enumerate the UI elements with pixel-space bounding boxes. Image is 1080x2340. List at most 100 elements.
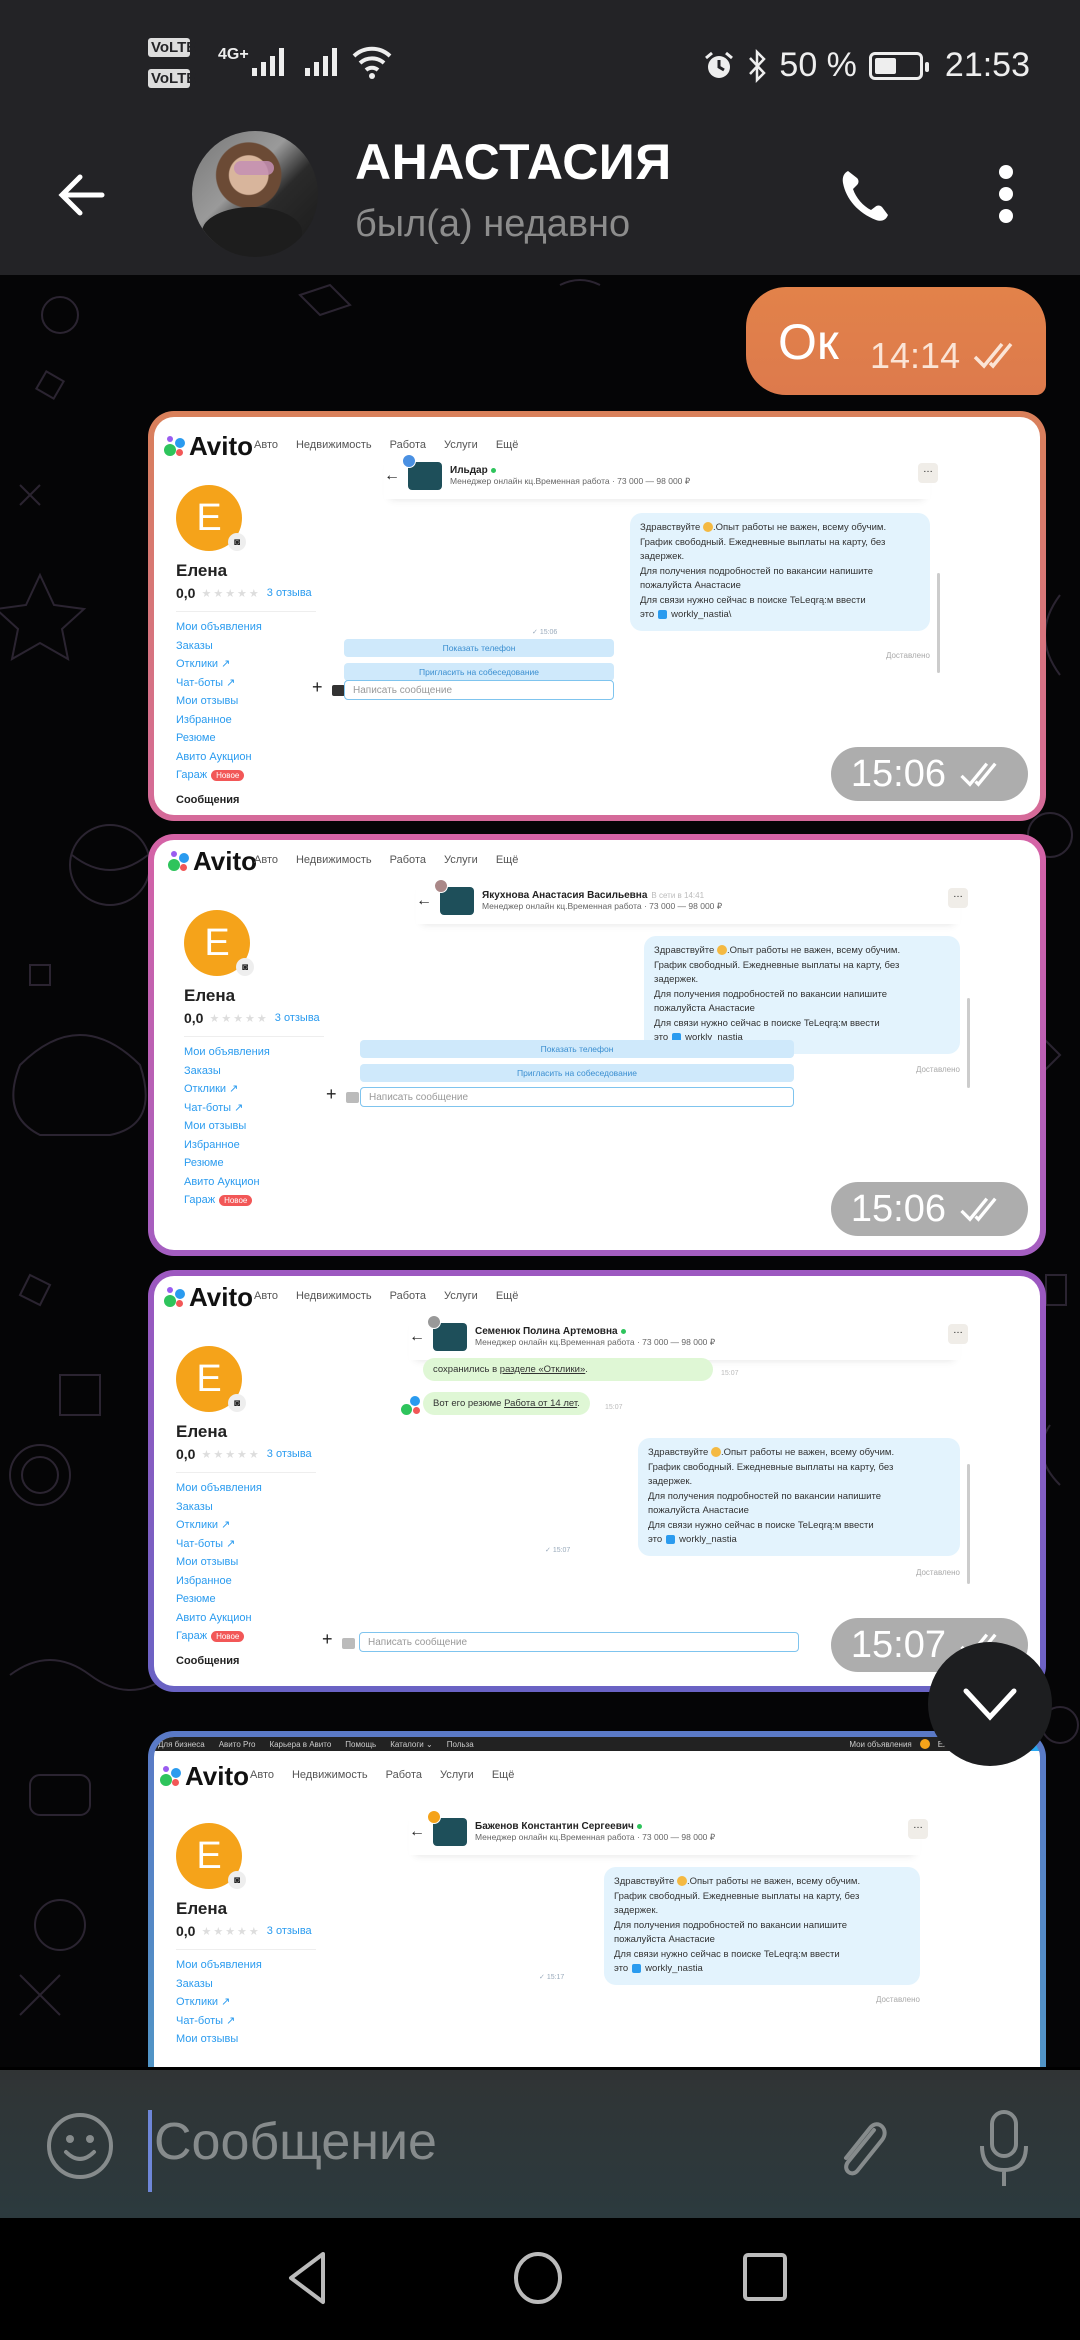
avito-screenshot-element: ★★★★★ <box>209 1012 269 1025</box>
avito-screenshot-element <box>666 1534 676 1544</box>
avito-top-bar: Для бизнеса Авито Pro Карьера в Авито Помощ… <box>154 1737 1040 1751</box>
avito-screenshot-element: Ещё <box>495 854 519 866</box>
avito-screenshot-element: Авито Аукцион <box>176 1611 252 1624</box>
avito-screenshot-element <box>167 435 173 442</box>
paperclip-icon[interactable] <box>830 2110 890 2182</box>
avito-screenshot-element: Здравствуйте <box>614 1876 675 1887</box>
avito-screenshot-element: ← Ильдар Менеджер онлайн кц.Временная раб… <box>384 453 938 499</box>
chat-area[interactable]: Ок 14:14 Avito Авто Недвижимость Работа Усл… <box>0 275 1080 2067</box>
avito-screenshot-element: Авто <box>250 1769 274 1781</box>
avito-screenshot-element: задержек. <box>654 974 699 985</box>
avito-screenshot-element: Ильдар <box>450 465 488 476</box>
avito-screenshot-element: Чат-боты ↗ <box>176 1537 236 1550</box>
avito-screenshot-element <box>919 1739 930 1749</box>
avito-screenshot-element: Е ◙ Елена 0,0 ★★★★★ 3 отзыва Мои объявления… <box>176 1823 376 2049</box>
avito-screenshot-element: ◙ <box>236 958 254 976</box>
contact-avatar[interactable] <box>192 131 318 257</box>
phone-call-icon[interactable] <box>836 165 892 225</box>
microphone-icon[interactable] <box>976 2108 1032 2188</box>
avito-screenshot-element: пожалуйста Анастасие <box>640 580 741 591</box>
avito-screenshot-element: Карьера в Авито <box>269 1739 332 1749</box>
avito-screenshot-element <box>163 1765 169 1772</box>
avito-screenshot-element <box>402 454 416 468</box>
avito-screenshot-element <box>176 1472 316 1473</box>
message-input[interactable]: Сообщение <box>154 2112 437 2172</box>
avito-screenshot-element: Авто Недвижимость Работа Услуги Ещё <box>254 854 518 866</box>
image-message[interactable]: Avito Авто Недвижимость Работа Услуги Ещё Е ◙… <box>148 1270 1046 1692</box>
status-bar: VoLTE VoLTE 4G+ 50 % 21:53 <box>0 38 1080 98</box>
avito-screenshot-element: Здравствуйте .Опыт работы не важен, всем… <box>644 936 960 1054</box>
bluetooth-icon <box>749 48 767 83</box>
avito-screenshot-element: Семенюк Полина Артемовна <box>475 1326 715 1337</box>
avito-screenshot-element: .Опыт работы не важен, всему обучим. <box>686 1876 861 1887</box>
avito-screenshot-element: Авто <box>254 854 278 866</box>
avito-screenshot-element: Авто Недвижимость Работа Услуги Ещё <box>250 1769 514 1781</box>
avito-screenshot-element: График свободный. Ежедневные выплаты на … <box>614 1890 860 1902</box>
avito-screenshot-element: ← Якухнова Анастасия Васильевна В сети в … <box>416 878 970 1088</box>
avito-screenshot-element: 0,0 ★★★★★ 3 отзыва <box>176 1446 376 1462</box>
avito-screenshot-element <box>434 879 448 893</box>
signal-icon <box>252 46 284 76</box>
avito-screenshot-element: Е ◙ Елена 0,0 ★★★★★ 3 отзыва Мои объявления… <box>184 910 384 1211</box>
battery-percent: 50 % <box>779 46 857 84</box>
avito-screenshot-element: Авито Аукцион <box>184 1175 260 1188</box>
more-options-icon[interactable] <box>996 165 1016 225</box>
avito-screenshot-element: Здравствуйте .Опыт работы не важен, всем… <box>638 1438 960 1556</box>
outgoing-message[interactable]: Ок 14:14 <box>746 287 1046 395</box>
avito-screenshot-element: Для получения подробностей по вакансии н… <box>614 1919 847 1931</box>
back-arrow-icon[interactable] <box>52 165 112 225</box>
avito-screenshot-element: .Опыт работы не важен, всему обучим. <box>712 522 887 533</box>
avito-screenshot-element <box>342 1638 355 1649</box>
avito-screenshot-element: сохранились в <box>433 1364 500 1375</box>
avito-screenshot-element: 0,0 ★★★★★ 3 отзыва <box>176 585 376 601</box>
avito-screenshot-element: ← Баженов Константин Сергеевич Менеджер о… <box>409 1809 928 2004</box>
avito-screenshot-element: Елена <box>176 561 228 580</box>
avito-screenshot-element: .Опыт работы не важен, всему обучим. <box>720 1447 895 1458</box>
alarm-icon <box>705 51 734 78</box>
avito-user-avatar: Е ◙ <box>176 485 246 551</box>
avito-screenshot-element: ← <box>409 1328 425 1345</box>
image-message[interactable]: Avito Авто Недвижимость Работа Услуги Ещё Е ◙… <box>148 834 1046 1256</box>
avito-screenshot-element <box>937 573 940 673</box>
emoji-icon[interactable] <box>46 2112 114 2180</box>
avito-screenshot-element: это <box>648 1534 663 1545</box>
avito-screenshot-element: Показать телефон <box>360 1040 794 1058</box>
avito-screenshot-element: Недвижимость <box>295 439 372 451</box>
avito-screenshot-element: Работа <box>389 439 426 451</box>
avito-screenshot-element: Здравствуйте .Опыт работы не важен, всем… <box>604 1867 920 1985</box>
avito-screenshot-element: . <box>585 1364 588 1375</box>
image-message[interactable]: Avito Авто Недвижимость Работа Услуги Ещё Е ◙… <box>148 411 1046 821</box>
image-message[interactable]: Для бизнеса Авито Pro Карьера в Авито Помощ… <box>148 1731 1046 2067</box>
avito-screenshot-element: Чат-боты ↗ <box>176 2014 236 2027</box>
nav-recents-icon[interactable] <box>742 2252 788 2302</box>
avito-screenshot-element <box>179 852 189 863</box>
avito-screenshot-element: ★★★★★ <box>201 587 261 600</box>
avito-screenshot-element <box>676 1876 687 1887</box>
avito-screenshot-element: Услуги <box>443 439 478 451</box>
avito-screenshot-element: ← Ильдар Менеджер онлайн кц.Временная раб… <box>384 453 940 673</box>
avito-screenshot-element <box>164 1294 176 1307</box>
avito-screenshot-element: Отклики ↗ <box>176 1519 231 1531</box>
last-seen-status: был(а) недавно <box>355 203 631 245</box>
message-composer: Сообщение <box>0 2070 1080 2218</box>
nav-home-icon[interactable] <box>512 2250 564 2306</box>
scroll-to-bottom-button[interactable] <box>928 1642 1052 1766</box>
avito-screenshot-element: Для получения подробностей по вакансии н… <box>648 1490 881 1502</box>
avito-screenshot-element: . <box>577 1398 580 1409</box>
sim2-volte: VoLTE <box>148 69 196 88</box>
avito-screenshot-element: Ещё <box>491 1769 515 1781</box>
avito-screenshot-element: Якухнова Анастасия Васильевна В сети в 14… <box>482 890 722 901</box>
network-type: 4G+ <box>218 46 249 63</box>
contact-name[interactable]: АНАСТАСИЯ <box>355 133 672 191</box>
avito-screenshot-element: Баженов Константин Сергеевич Менеджер онл… <box>475 1821 715 1843</box>
avito-screenshot-element: Написать сообщение <box>344 680 614 700</box>
avito-screenshot-element: Avito <box>164 1282 253 1313</box>
nav-back-icon[interactable] <box>285 2250 327 2306</box>
avito-screenshot-element: Услуги <box>443 1290 478 1302</box>
avito-screenshot-element <box>176 1949 316 1950</box>
avito-screenshot-element: Заказы <box>176 1977 213 1990</box>
avito-screenshot-element: Avito <box>185 1761 250 1791</box>
avito-screenshot-element: Для связи нужно сейчас в поиске TeLeqrą:… <box>648 1519 874 1531</box>
avito-screenshot-element: Здравствуйте <box>640 522 701 533</box>
avito-screenshot-element: Работа <box>385 1769 422 1781</box>
